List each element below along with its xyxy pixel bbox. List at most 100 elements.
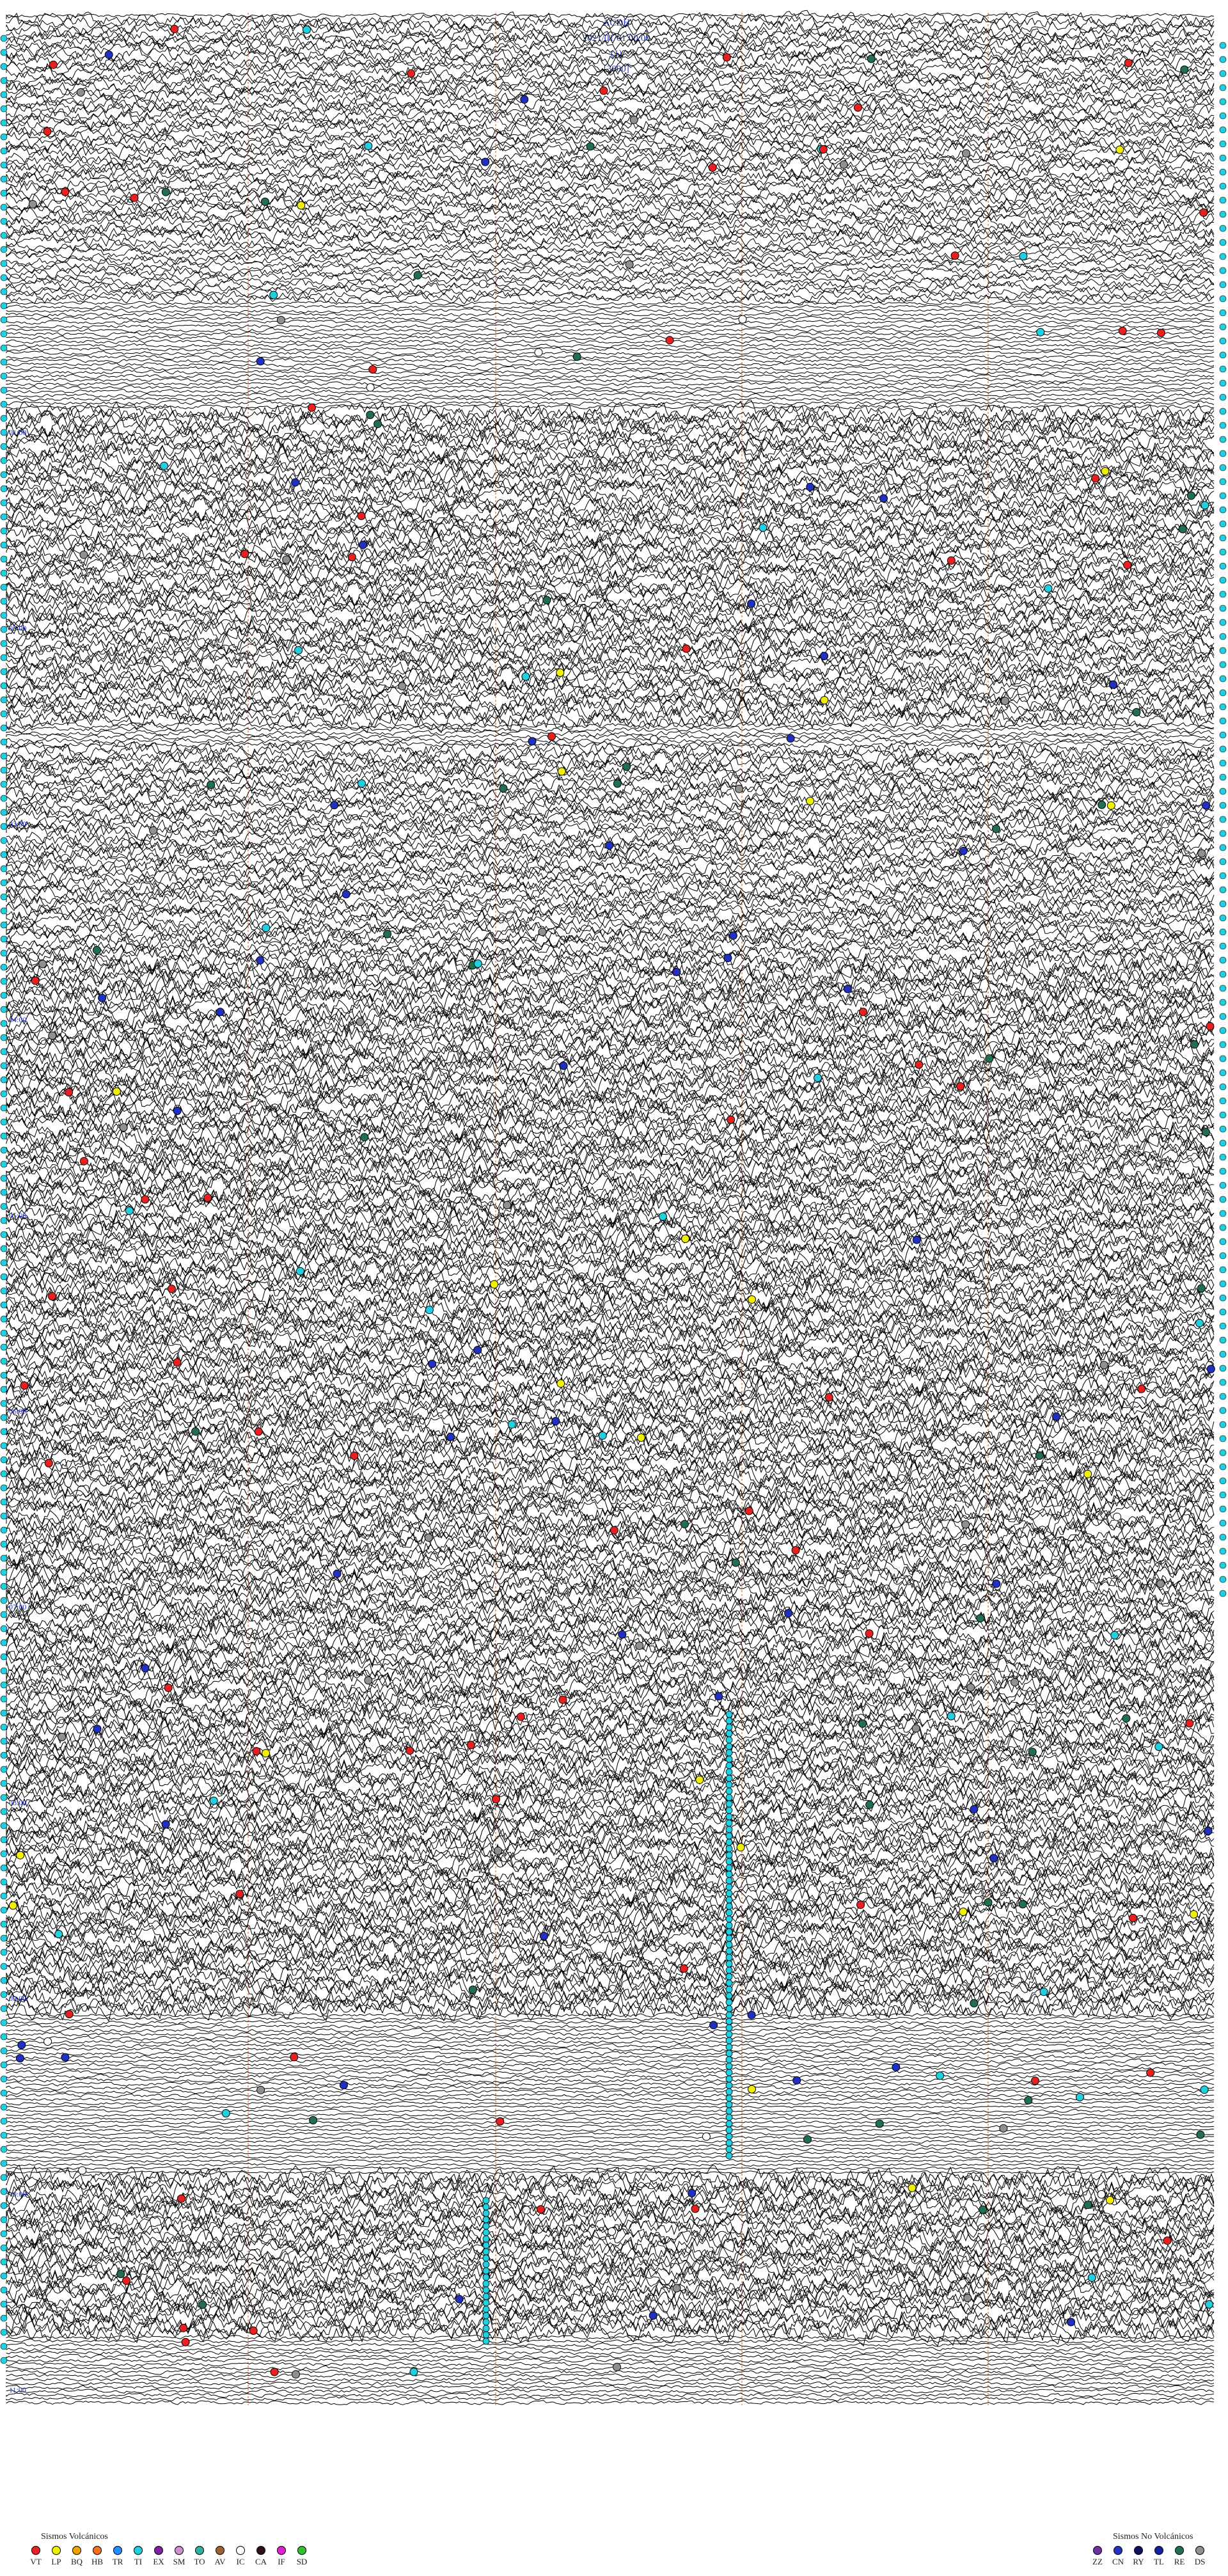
edge-marker — [0, 147, 8, 155]
event-marker — [374, 420, 382, 429]
seismic-trace — [6, 1723, 1215, 1748]
event-marker — [198, 2300, 207, 2309]
event-marker — [177, 2194, 186, 2203]
edge-marker — [1219, 773, 1227, 781]
event-marker — [1123, 560, 1132, 569]
event-marker — [572, 352, 581, 361]
edge-marker — [0, 91, 8, 99]
event-marker — [853, 103, 862, 112]
event-marker-icon — [52, 2546, 61, 2555]
seismic-trace — [6, 319, 1215, 325]
event-marker — [40, 520, 49, 529]
event-marker — [92, 945, 101, 954]
edge-marker — [1219, 1435, 1227, 1442]
edge-marker — [1219, 745, 1227, 753]
event-marker — [119, 1123, 128, 1132]
event-marker — [417, 1957, 426, 1966]
tremor-marker — [725, 1947, 733, 1955]
edge-marker — [0, 1245, 8, 1252]
event-marker — [1124, 58, 1133, 67]
seismic-trace — [6, 106, 1215, 124]
seismic-trace — [6, 2108, 1215, 2114]
seismic-trace — [6, 2116, 1215, 2121]
event-marker — [1186, 491, 1195, 500]
event-marker — [708, 163, 717, 172]
event-marker — [728, 1137, 737, 1146]
event-marker — [262, 924, 271, 932]
event-marker — [252, 1747, 261, 1756]
legend-nonvolcanic-ds: DS — [1190, 2546, 1210, 2566]
event-marker — [956, 1082, 965, 1091]
edge-marker — [0, 1512, 8, 1520]
tremor-marker — [482, 2337, 490, 2345]
edge-marker — [1219, 1547, 1227, 1555]
edge-marker — [0, 1583, 8, 1590]
edge-marker — [0, 2089, 8, 2097]
edge-marker — [0, 35, 8, 42]
seismic-trace — [6, 308, 1215, 313]
edge-marker — [0, 358, 8, 366]
edge-marker — [0, 1231, 8, 1238]
edge-marker — [0, 2160, 8, 2167]
edge-marker — [0, 119, 8, 127]
tremor-marker — [725, 1909, 733, 1916]
legend-nonvolcanic-ry: RY — [1128, 2546, 1149, 2566]
event-marker — [586, 142, 595, 151]
tremor-marker — [725, 2050, 733, 2057]
tremor-marker — [482, 2267, 490, 2275]
seismic-trace — [6, 1898, 1215, 1925]
hour-label: 03:00 — [9, 819, 26, 828]
edge-marker — [0, 2174, 8, 2181]
event-marker — [221, 2109, 230, 2118]
edge-marker — [1219, 1379, 1227, 1386]
event-marker — [43, 2037, 52, 2046]
seismic-trace — [6, 2365, 1215, 2371]
seismic-trace — [6, 899, 1215, 919]
edge-marker — [0, 2117, 8, 2125]
event-marker-icon — [134, 2546, 143, 2555]
edge-marker — [0, 668, 8, 676]
edge-marker — [0, 1189, 8, 1196]
event-marker — [61, 2053, 70, 2062]
edge-marker — [1219, 1181, 1227, 1189]
seismic-trace — [6, 869, 1215, 889]
edge-marker — [1219, 253, 1227, 260]
event-marker — [54, 1930, 63, 1938]
event-marker — [1196, 2130, 1205, 2139]
event-marker — [682, 644, 691, 653]
seismic-trace — [6, 2023, 1215, 2030]
event-marker — [466, 1741, 475, 1750]
edge-marker — [0, 1878, 8, 1886]
event-marker — [383, 929, 392, 938]
legend-volcanic-title: Sismos Volcánicos — [41, 2532, 108, 2541]
edge-marker — [0, 724, 8, 732]
event-marker — [149, 826, 158, 835]
event-marker — [1154, 1742, 1163, 1751]
tremor-marker — [482, 2197, 490, 2204]
edge-marker — [0, 1808, 8, 1815]
event-marker — [20, 1381, 29, 1390]
event-marker — [141, 1195, 150, 1204]
legend-nonvolcanic-tl: TL — [1149, 2546, 1169, 2566]
event-marker — [636, 1433, 645, 1442]
tremor-marker — [725, 1736, 733, 1744]
edge-marker — [0, 1329, 8, 1337]
edge-marker — [1219, 1055, 1227, 1063]
seismic-trace — [6, 312, 1215, 317]
event-marker — [714, 1692, 723, 1701]
edge-marker — [0, 1822, 8, 1829]
event-marker — [161, 1820, 170, 1829]
tremor-marker — [482, 2209, 490, 2217]
edge-marker — [0, 1766, 8, 1773]
edge-marker — [0, 1498, 8, 1506]
edge-marker — [0, 2314, 8, 2322]
seismic-trace — [6, 304, 1215, 310]
event-marker — [738, 315, 747, 324]
edge-marker — [1219, 647, 1227, 654]
tremor-marker — [725, 1768, 733, 1776]
event-marker-icon — [1114, 2546, 1122, 2555]
seismic-trace — [6, 2120, 1215, 2125]
tremor-marker — [725, 1915, 733, 1923]
event-marker — [912, 1235, 921, 1244]
seismic-trace — [6, 2043, 1215, 2049]
